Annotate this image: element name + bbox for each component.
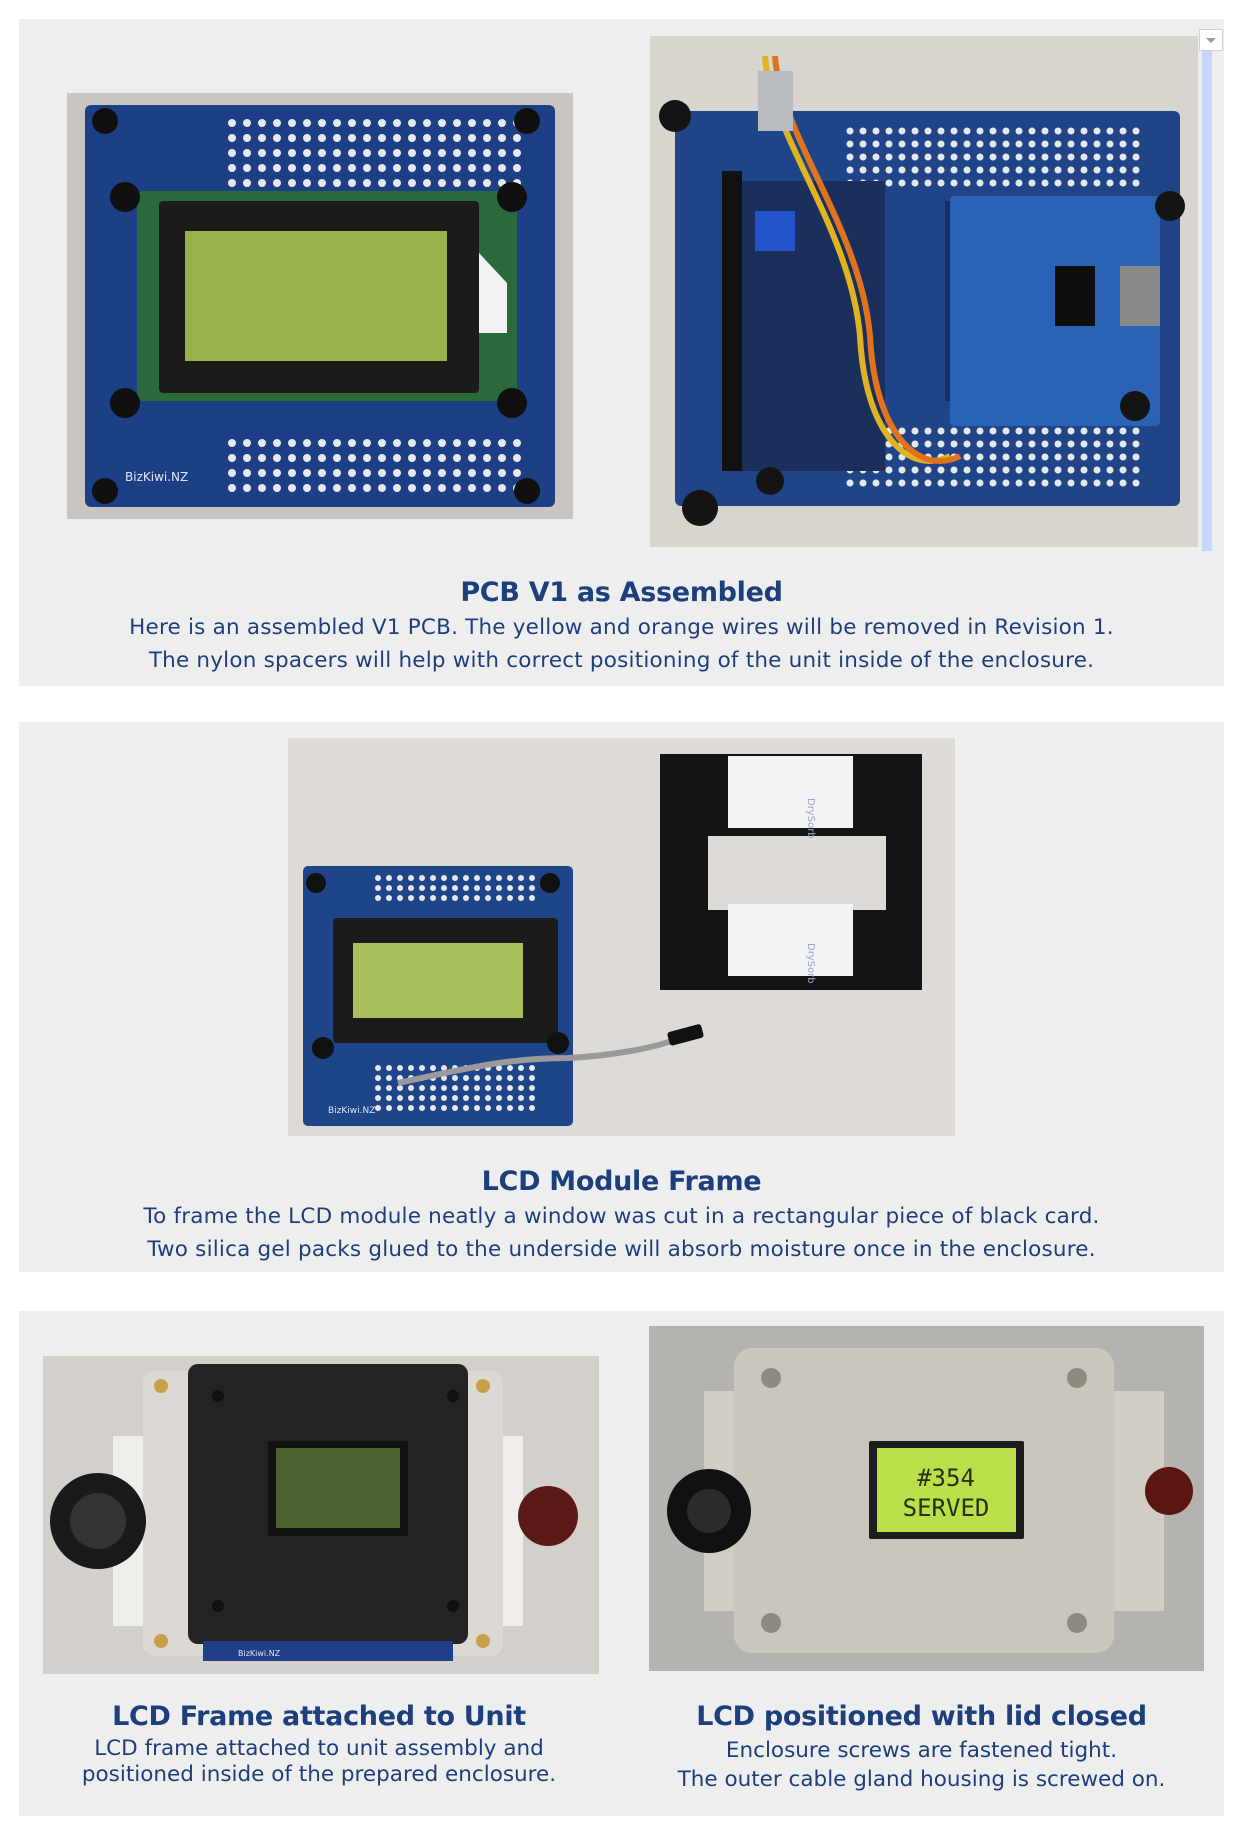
silica-pack-label: DrySorb: [805, 798, 816, 839]
caption-line: The nylon spacers will help with correct…: [148, 648, 1095, 673]
section-title: LCD positioned with lid closed: [696, 1701, 1147, 1732]
pcb-brand-text: BizKiwi.NZ: [125, 470, 188, 484]
pcb-brand-text: BizKiwi.NZ: [238, 1649, 281, 1658]
section-pcb-assembled: BizKiwi.NZ PCB V1 as Assembled Here is a…: [19, 19, 1224, 686]
section-title: PCB V1 as Assembled: [460, 577, 783, 608]
right-caption: LCD positioned with lid closed Enclosure…: [619, 1701, 1224, 1811]
pcb-brand-text: BizKiwi.NZ: [328, 1106, 375, 1116]
section-enclosure: BizKiwi.NZ #354 SERVED LCD Frame attache…: [19, 1311, 1224, 1816]
left-caption: LCD Frame attached to Unit LCD frame att…: [19, 1701, 619, 1811]
caption-line: positioned inside of the prepared enclos…: [81, 1762, 557, 1787]
lcd-display-line2: SERVED: [903, 1494, 990, 1522]
caption-line: Here is an assembled V1 PCB. The yellow …: [129, 615, 1114, 640]
pcb-rear-modules-photo: [650, 36, 1198, 547]
lcd-display-line1: #354: [917, 1464, 975, 1492]
caption-line: To frame the LCD module neatly a window …: [143, 1204, 1100, 1229]
lcd-frame-attached-photo: BizKiwi.NZ: [43, 1356, 599, 1674]
caption-line: Two silica gel packs glued to the unders…: [147, 1237, 1096, 1262]
section-title: LCD Frame attached to Unit: [112, 1701, 526, 1732]
caption-line: LCD frame attached to unit assembly and: [94, 1736, 544, 1761]
scrollbar-track[interactable]: [1202, 49, 1212, 551]
lcd-module-and-frame-photo: BizKiwi.NZ DrySorb DrySorb: [288, 738, 955, 1136]
lcd-lid-closed-photo: #354 SERVED: [649, 1326, 1204, 1671]
caption-line: The outer cable gland housing is screwed…: [677, 1767, 1166, 1792]
silica-pack-label: DrySorb: [805, 943, 816, 984]
section-title: LCD Module Frame: [481, 1166, 762, 1197]
section-lcd-frame: BizKiwi.NZ DrySorb DrySorb LCD Module Fr…: [19, 722, 1224, 1272]
caption-line: Enclosure screws are fastened tight.: [725, 1738, 1118, 1763]
pcb-front-lcd-photo: BizKiwi.NZ: [67, 93, 573, 519]
scroll-down-arrow-icon[interactable]: [1199, 29, 1223, 51]
